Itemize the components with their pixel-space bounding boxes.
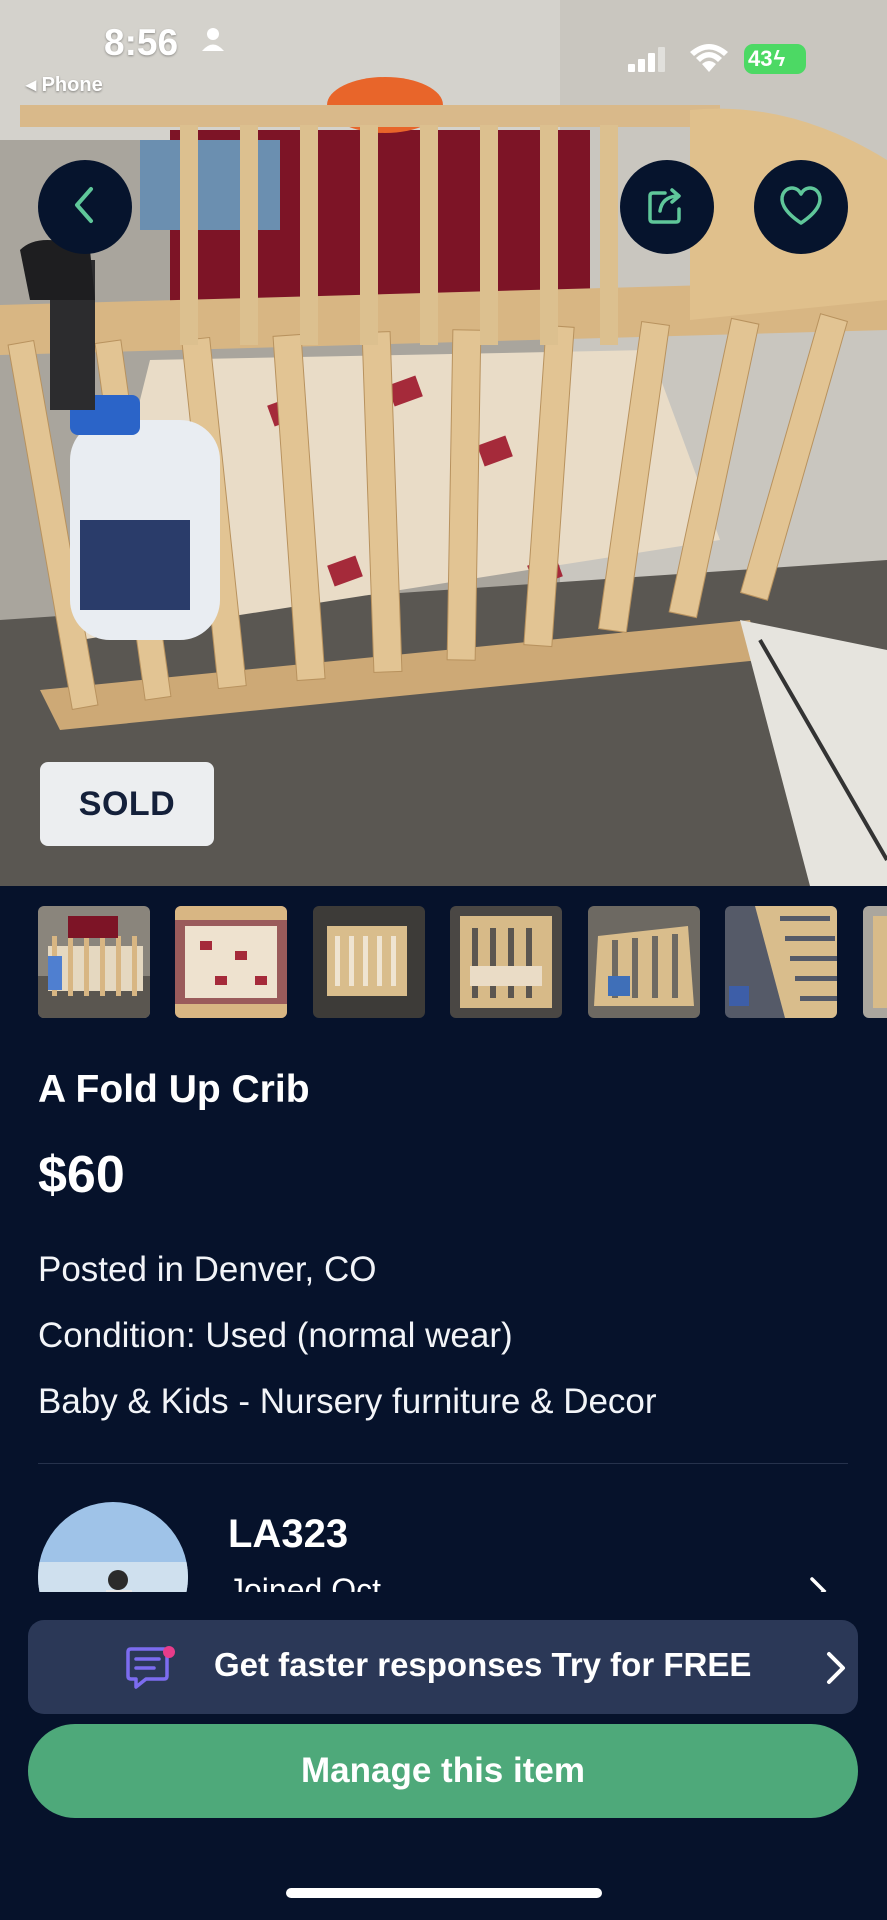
thumbnail-5[interactable] (587, 906, 700, 1018)
seller-joined-date: Joined Oct (228, 1572, 381, 1592)
seller-name: LA323 (228, 1512, 349, 1556)
thumbnail-6[interactable] (725, 906, 838, 1018)
chevron-right-icon (824, 1650, 848, 1691)
person-icon (200, 26, 226, 57)
thumbnail-strip[interactable] (38, 906, 887, 1018)
thumbnail-2[interactable] (175, 906, 288, 1018)
listing-category[interactable]: Baby & Kids - Nursery furniture & Decor (38, 1382, 657, 1422)
divider (38, 1463, 848, 1464)
thumbnail-1[interactable] (38, 906, 150, 1018)
listing-location: Posted in Denver, CO (38, 1250, 377, 1289)
charging-bolt-icon: ϟ (773, 46, 786, 71)
battery-indicator: 43ϟ (744, 44, 806, 74)
wifi-icon (688, 42, 730, 79)
back-button[interactable] (38, 160, 132, 254)
sold-badge: SOLD (40, 762, 214, 846)
listing-photo[interactable]: 8:56 ◂ Phone 43ϟ SOLD (0, 0, 887, 886)
chevron-left-icon (67, 185, 103, 230)
thumbnail-7[interactable] (862, 906, 887, 1018)
listing-condition: Condition: Used (normal wear) (38, 1316, 513, 1355)
share-icon (645, 183, 689, 232)
promo-banner[interactable]: Get faster responses Try for FREE (28, 1620, 858, 1714)
cellular-signal-icon (628, 46, 668, 77)
listing-title: A Fold Up Crib (38, 1068, 310, 1111)
share-button[interactable] (620, 160, 714, 254)
promo-text: Get faster responses Try for FREE (214, 1646, 752, 1683)
crib-photo (0, 0, 887, 886)
status-bar: 8:56 ◂ Phone 43ϟ (0, 0, 887, 96)
thumbnail-3[interactable] (312, 906, 425, 1018)
listing-price: $60 (38, 1146, 125, 1204)
status-time: 8:56 (104, 22, 179, 63)
thumbnail-4[interactable] (450, 906, 563, 1018)
favorite-button[interactable] (754, 160, 848, 254)
back-to-app-link[interactable]: ◂ Phone (26, 72, 103, 97)
heart-icon (777, 183, 825, 232)
chevron-right-icon (808, 1576, 828, 1592)
battery-level: 43 (748, 46, 773, 71)
chat-bubble-icon (124, 1646, 178, 1695)
seller-row[interactable]: LA323 Joined Oct (0, 1480, 887, 1592)
avatar[interactable] (38, 1502, 188, 1592)
home-indicator[interactable] (286, 1888, 602, 1898)
manage-item-button[interactable]: Manage this item (28, 1724, 858, 1818)
